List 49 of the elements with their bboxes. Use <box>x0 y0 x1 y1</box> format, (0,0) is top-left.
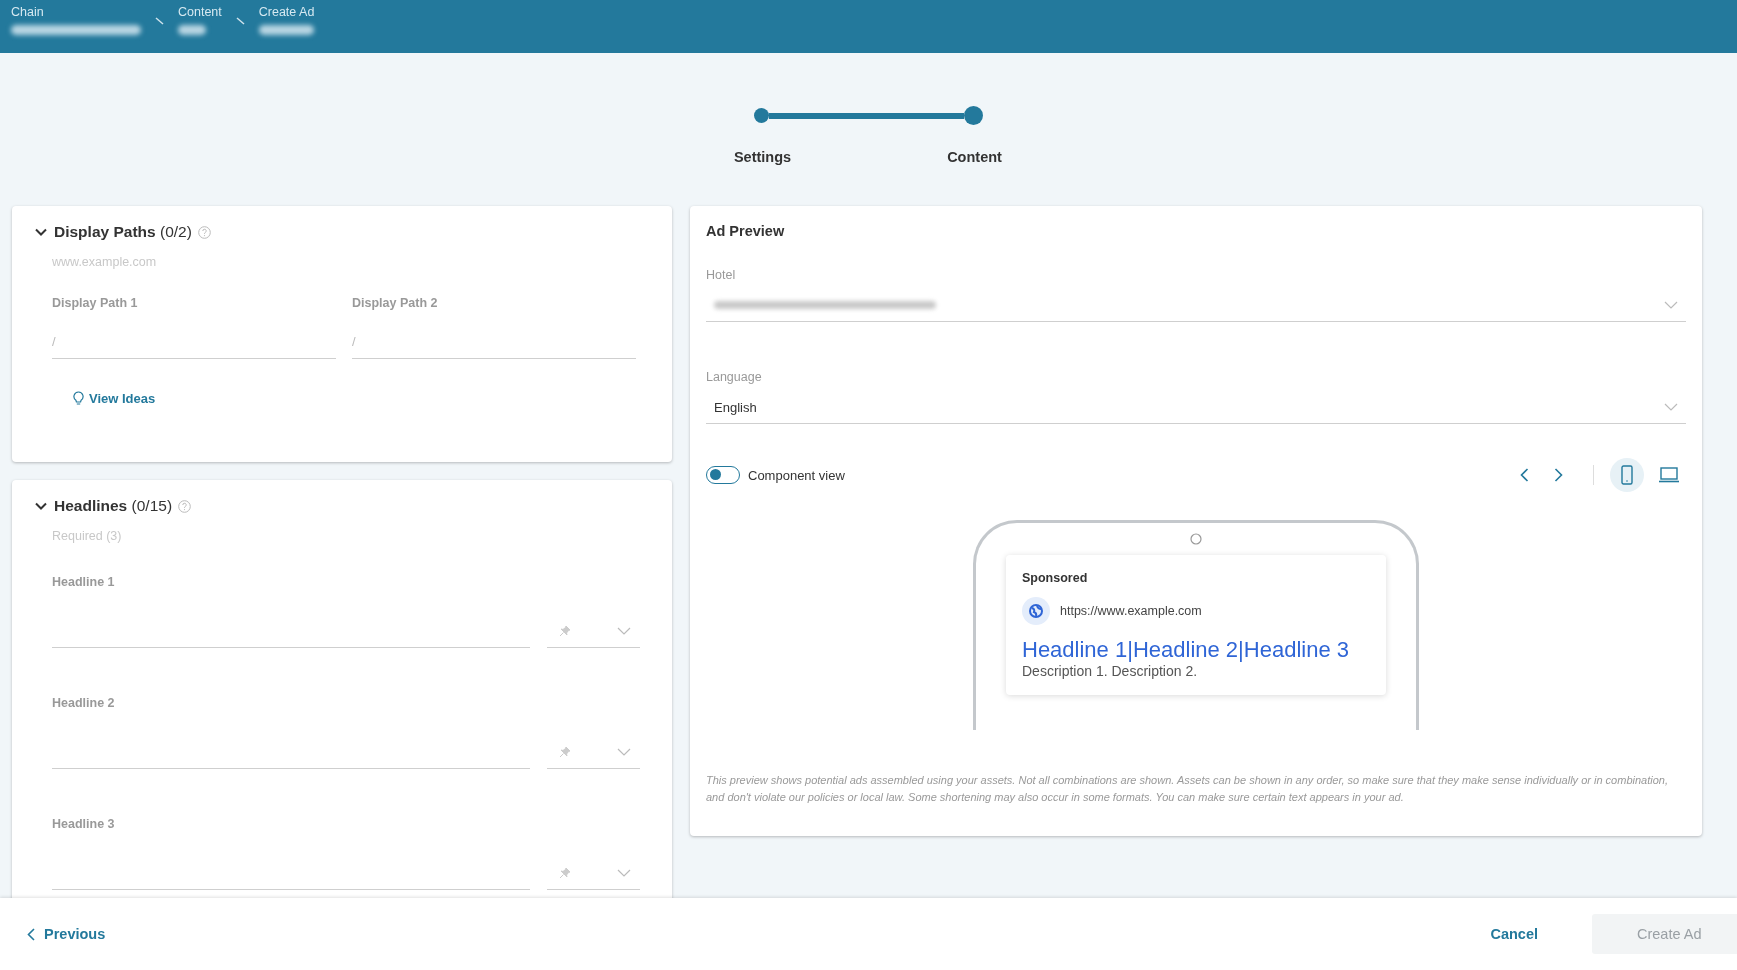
field-label: Headline 2 <box>52 696 116 710</box>
sponsored-label: Sponsored <box>1022 571 1089 585</box>
input-field[interactable]: / <box>352 320 636 359</box>
field-label: Language <box>706 370 762 384</box>
breadcrumb-label: Content <box>178 5 222 19</box>
chevron-down-icon[interactable] <box>617 747 631 756</box>
ad-headline: Headline 1|Headline 2|Headline 3 <box>1022 637 1350 663</box>
chevron-left-icon <box>27 927 35 941</box>
pin-icon <box>559 866 571 879</box>
field-label: Hotel <box>706 268 736 282</box>
field-label: Headline 3 <box>52 817 116 831</box>
laptop-icon <box>1658 467 1680 483</box>
view-ideas-link[interactable]: View Ideas <box>73 391 156 406</box>
phone-view-button[interactable] <box>1610 458 1644 492</box>
pin-icon <box>559 624 571 637</box>
previous-button[interactable]: Previous <box>27 926 106 942</box>
ad-description: Description 1. Description 2. <box>1022 663 1199 679</box>
phone-icon <box>1621 465 1633 485</box>
section-title: Display Paths (0/2) <box>54 223 192 241</box>
toggle-label: Component view <box>748 467 845 483</box>
blurred-text <box>258 25 314 35</box>
step-label: Settings <box>733 149 792 165</box>
camera-icon <box>1190 533 1202 545</box>
field-label: Headline 1 <box>52 575 116 589</box>
toggle-switch[interactable] <box>706 466 740 484</box>
help-icon[interactable] <box>197 225 211 239</box>
blurred-text <box>178 25 206 35</box>
breadcrumb-label: Chain <box>11 5 45 19</box>
pin-icon <box>559 745 571 758</box>
cancel-button[interactable]: Cancel <box>1484 920 1544 948</box>
ad-url: https://www.example.com <box>1060 604 1202 618</box>
chevron-down-icon[interactable] <box>1664 301 1678 309</box>
breadcrumb-separator-icon <box>235 17 245 26</box>
help-icon[interactable] <box>178 499 192 513</box>
globe-icon <box>1022 597 1050 625</box>
section-title: Headlines (0/15) <box>54 497 173 515</box>
input-field[interactable]: / <box>52 320 336 359</box>
field-label: Display Path 2 <box>352 296 439 310</box>
breadcrumb-separator-icon <box>155 17 164 26</box>
chevron-down-icon[interactable] <box>617 626 631 635</box>
step-label: Content <box>947 149 1002 165</box>
field-label: Display Path 1 <box>52 296 139 310</box>
chevron-down-icon[interactable] <box>1664 403 1678 411</box>
card-title: Ad Preview <box>706 223 786 239</box>
language-dropdown[interactable]: English <box>706 391 1686 424</box>
disclaimer-text: This preview shows potential ads assembled using your assets. Not all combinations are shown. Assets can be shown in any order, so make sure that they make sense individually or in combination, and don't violate our policies or local law. Some shortening may also occur in some formats. You can make sure certain text appears in your ad. <box>706 773 1669 805</box>
lightbulb-icon <box>73 391 84 406</box>
chevron-down-icon[interactable] <box>617 868 631 877</box>
breadcrumb-label: Create Ad <box>258 5 315 19</box>
